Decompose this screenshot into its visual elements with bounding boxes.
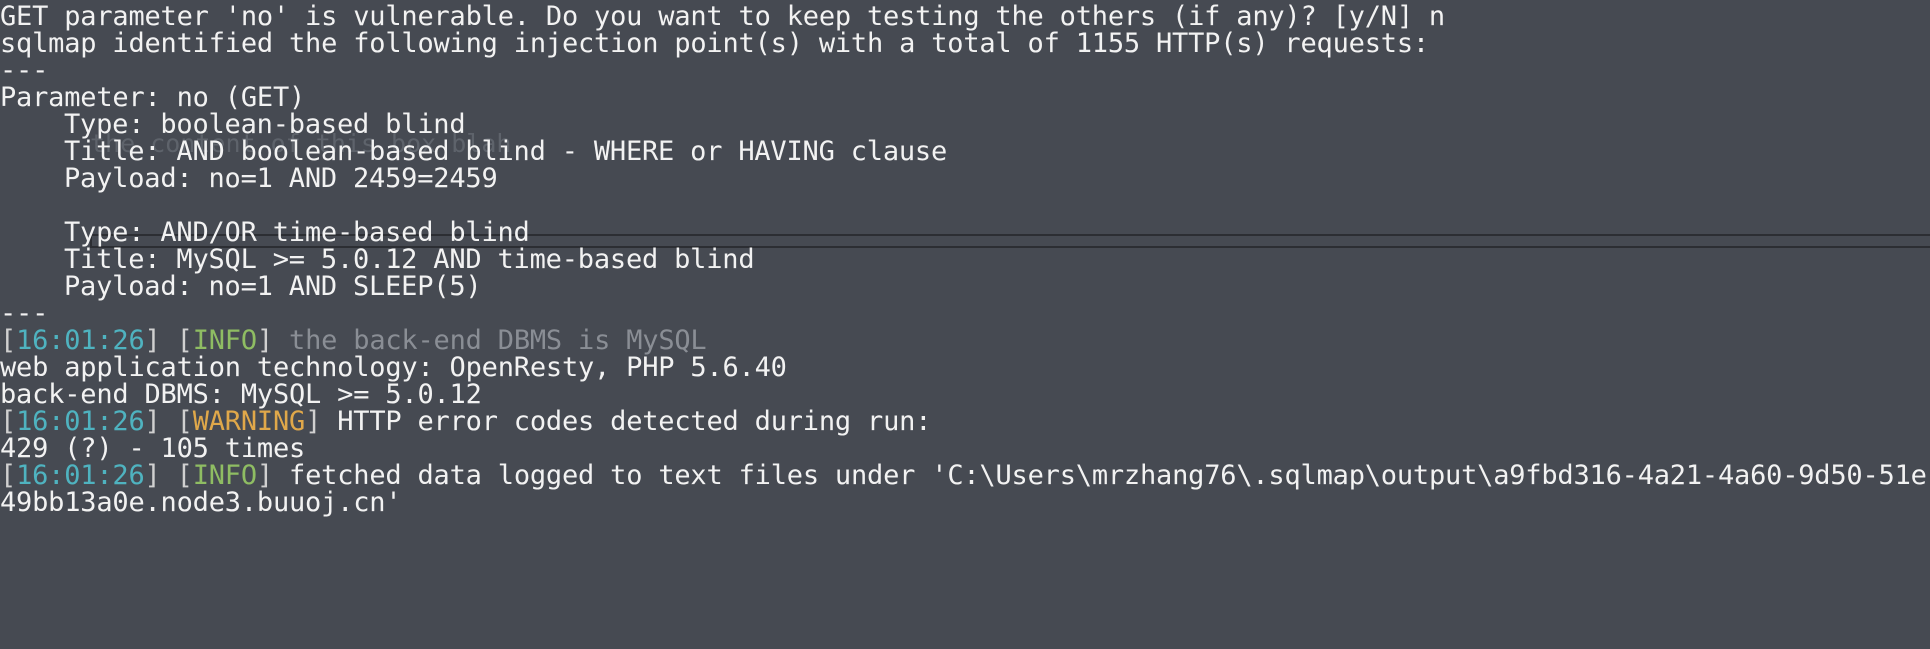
summary-line: sqlmap identified the following injectio…: [0, 28, 1429, 59]
payload-line: Payload: no=1 AND SLEEP(5): [64, 271, 482, 302]
output-path-continued: 49bb13a0e.node3.buuoj.cn': [0, 487, 402, 518]
bracket-close: ]: [305, 406, 338, 437]
terminal-output[interactable]: the content of this box blah GET paramet…: [0, 0, 1930, 649]
payload-line: Payload: no=1 AND 2459=2459: [64, 163, 498, 194]
log-message: fetched data logged to text files under …: [289, 460, 1927, 491]
log-message: HTTP error codes detected during run:: [337, 406, 932, 437]
